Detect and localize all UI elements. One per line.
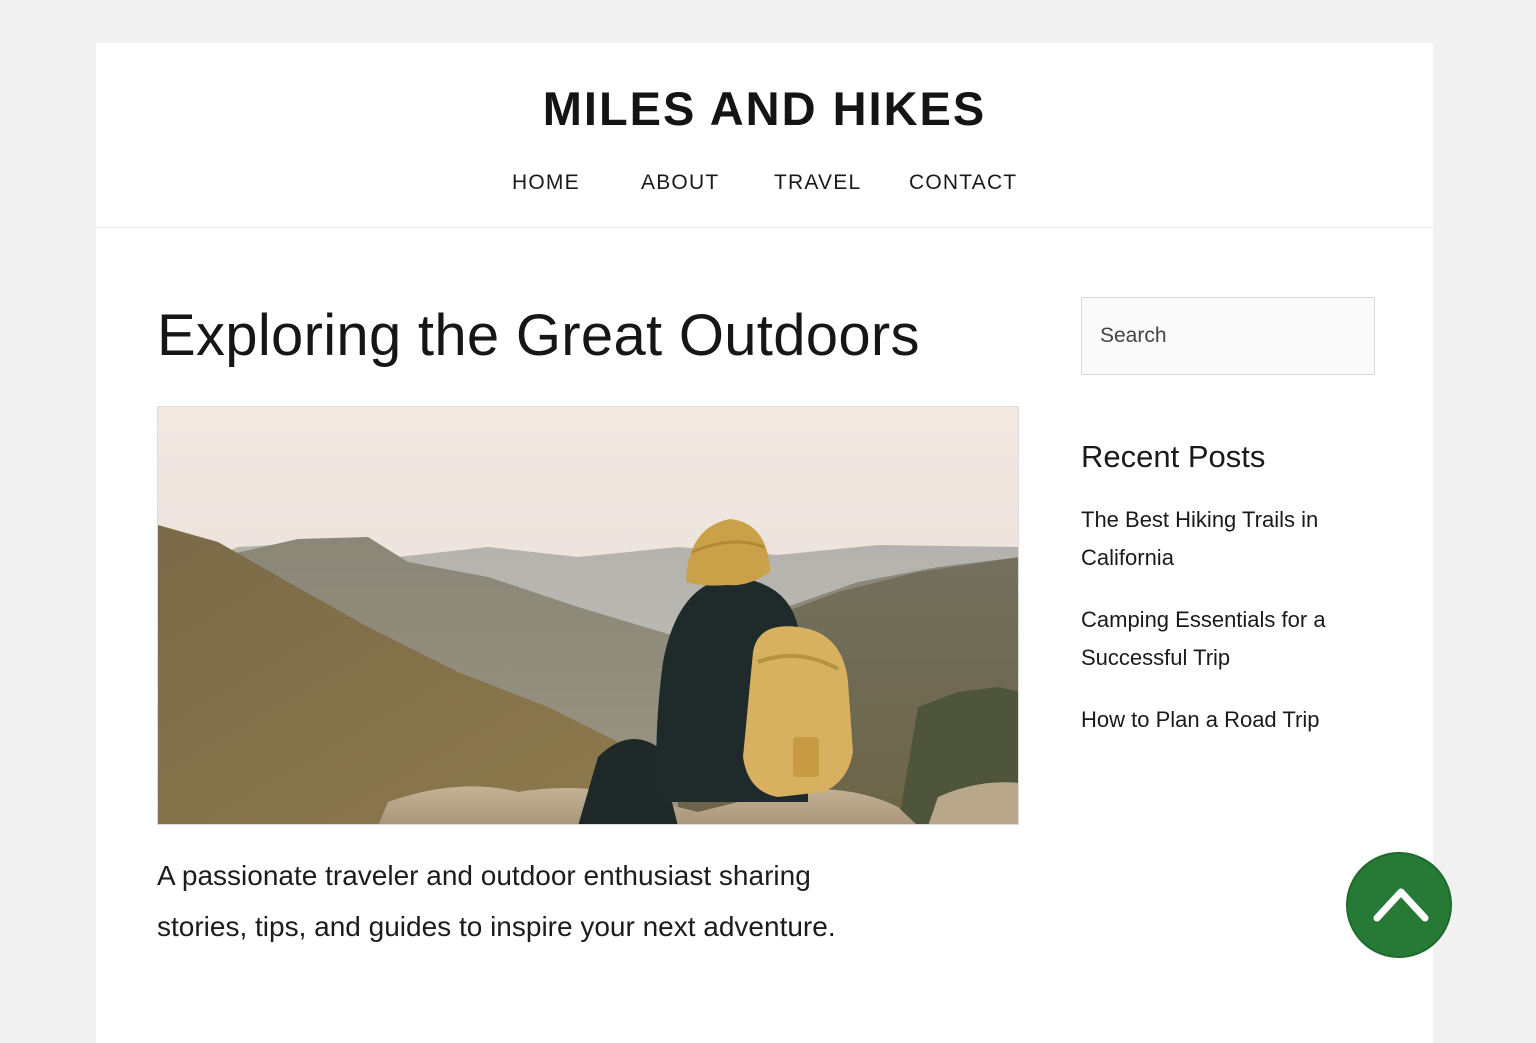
hiker-illustration — [158, 407, 1018, 824]
intro-line-2: stories, tips, and guides to inspire you… — [157, 911, 836, 942]
nav-item-travel[interactable]: TRAVEL — [774, 169, 861, 197]
nav-item-contact[interactable]: CONTACT — [909, 169, 1017, 197]
recent-posts-list: The Best Hiking Trails in California Cam… — [1081, 501, 1375, 739]
page-container: MILES AND HIKES HOME ABOUT TRAVEL CONTAC… — [96, 43, 1433, 1043]
sidebar: Recent Posts The Best Hiking Trails in C… — [1081, 297, 1375, 763]
recent-post-line: How to Plan a Road Trip — [1081, 707, 1320, 732]
recent-post-line: The Best Hiking Trails in — [1081, 507, 1319, 532]
intro-line-1: A passionate traveler and outdoor enthus… — [157, 860, 811, 891]
site-header: MILES AND HIKES HOME ABOUT TRAVEL CONTAC… — [96, 43, 1433, 228]
recent-post-item[interactable]: The Best Hiking Trails in California — [1081, 501, 1375, 577]
recent-post-item[interactable]: Camping Essentials for a Successful Trip — [1081, 601, 1375, 677]
recent-post-line: Successful Trip — [1081, 645, 1231, 670]
search-input[interactable] — [1081, 297, 1375, 375]
recent-post-item[interactable]: How to Plan a Road Trip — [1081, 701, 1375, 739]
chevron-up-icon — [1373, 888, 1429, 922]
nav-item-about[interactable]: ABOUT — [641, 169, 719, 197]
hero-image — [157, 406, 1019, 825]
recent-post-line: California — [1081, 545, 1174, 570]
site-title[interactable]: MILES AND HIKES — [96, 43, 1433, 137]
intro-text: A passionate traveler and outdoor enthus… — [157, 850, 977, 952]
recent-post-line: Camping Essentials for a — [1081, 607, 1326, 632]
main-content: Exploring the Great Outdoors A passionat… — [157, 293, 1019, 942]
scroll-to-top-button[interactable] — [1346, 852, 1452, 958]
nav-item-home[interactable]: HOME — [512, 169, 580, 197]
recent-posts-title: Recent Posts — [1081, 439, 1266, 474]
post-title: Exploring the Great Outdoors — [157, 303, 920, 368]
main-nav: HOME ABOUT TRAVEL CONTACT — [96, 169, 1433, 199]
